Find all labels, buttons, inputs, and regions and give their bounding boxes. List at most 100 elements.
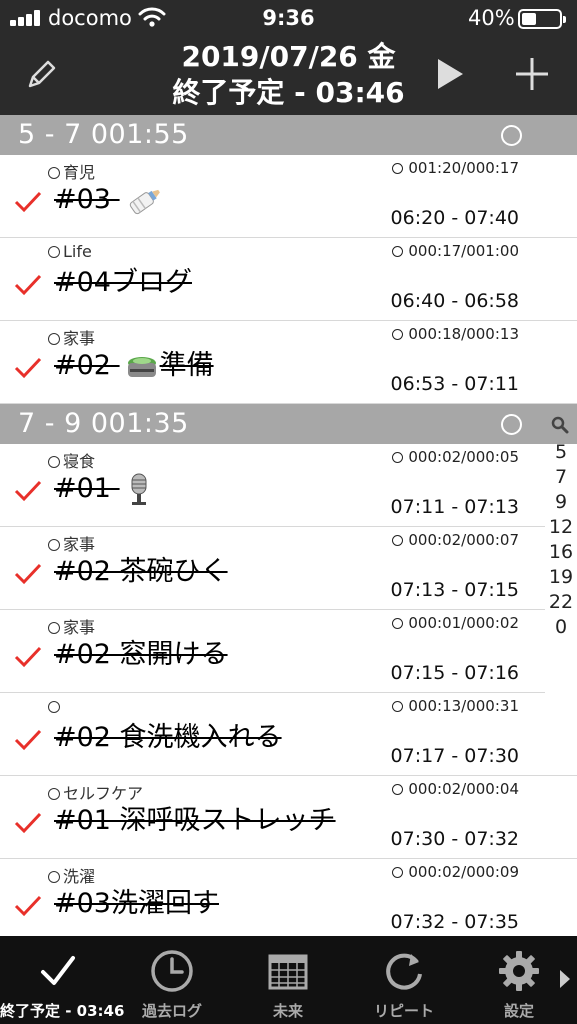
task-row[interactable]: セルフケア 000:02/000:04 #01 深呼吸ストレッチ 07:30 -… <box>0 776 577 859</box>
nav-date-title: 2019/07/26 金 <box>181 40 396 73</box>
check-icon[interactable] <box>14 895 42 917</box>
index-item[interactable]: 22 <box>545 590 577 615</box>
task-time-range: 07:13 - 07:15 <box>390 579 519 601</box>
task-category: 洗濯 <box>63 867 96 886</box>
index-item[interactable]: 7 <box>545 465 577 490</box>
check-icon[interactable] <box>14 357 42 379</box>
task-row[interactable]: Life 000:17/001:00 #04ブログ 06:40 - 06:58 <box>0 238 577 321</box>
task-category: 家事 <box>63 329 96 348</box>
task-title: #02 食洗機入れる <box>54 722 282 753</box>
section-circle-icon[interactable] <box>501 414 522 435</box>
section-header-7-9[interactable]: 7 - 9 001:35 <box>0 404 577 444</box>
task-category: セルフケア <box>63 784 144 803</box>
task-title: #04ブログ <box>54 267 192 298</box>
nav-end-estimate: 終了予定 - 03:46 <box>172 76 405 109</box>
check-icon[interactable] <box>14 191 42 213</box>
index-item[interactable]: 16 <box>545 540 577 565</box>
category-bubble-icon <box>48 167 60 179</box>
index-item[interactable]: 12 <box>545 515 577 540</box>
duration-ring-icon <box>392 618 404 629</box>
check-icon <box>41 956 75 985</box>
check-icon[interactable] <box>14 563 42 585</box>
task-list[interactable]: 5 - 7 001:55 育児 001:20/000:17 #03 06:20 … <box>0 115 577 936</box>
duration-ring-icon <box>392 246 404 257</box>
task-duration: 000:01/000:02 <box>408 614 519 632</box>
duration-ring-icon <box>392 784 404 795</box>
clock-icon <box>151 950 193 992</box>
task-row[interactable]: 家事 000:02/000:07 #02 茶碗ひく 07:13 - 07:15 <box>0 527 545 610</box>
chevron-right-icon[interactable] <box>558 968 572 990</box>
tab-label: リピート <box>373 1002 434 1020</box>
tab-label: 過去ログ <box>141 1002 202 1020</box>
duration-ring-icon <box>392 867 404 878</box>
task-category: 育児 <box>63 163 96 182</box>
check-icon[interactable] <box>14 812 42 834</box>
duration-ring-icon <box>392 701 404 712</box>
add-plus-icon[interactable] <box>512 54 552 94</box>
task-title: #02 <box>54 350 111 381</box>
play-icon[interactable] <box>434 56 466 92</box>
status-bar: docomo 9:36 40% <box>0 0 577 38</box>
task-duration: 000:02/000:07 <box>408 531 519 549</box>
index-item[interactable]: 9 <box>545 490 577 515</box>
duration-ring-icon <box>392 535 404 546</box>
task-category: 家事 <box>63 618 96 637</box>
microphone-icon <box>131 473 147 505</box>
section-label: 7 - 9 001:35 <box>18 408 189 439</box>
tab-past-log[interactable]: 過去ログ <box>114 936 230 1024</box>
task-row[interactable]: 育児 001:20/000:17 #03 06:20 - 07:40 <box>0 155 577 238</box>
task-row[interactable]: 家事 000:18/000:13 #02 準備 06:53 - 07:11 <box>0 321 577 404</box>
task-row[interactable]: 寝食 000:02/000:05 #01 07:11 - 07:13 <box>0 444 545 527</box>
duration-ring-icon <box>392 329 404 340</box>
tab-label: 設定 <box>503 1002 534 1020</box>
category-bubble-icon <box>48 246 60 258</box>
check-icon[interactable] <box>14 274 42 296</box>
category-bubble-icon <box>48 871 60 883</box>
task-title: #02 茶碗ひく <box>54 556 228 587</box>
check-icon[interactable] <box>14 480 42 502</box>
hour-index[interactable]: 5 7 9 12 16 19 22 0 <box>545 440 577 640</box>
task-row[interactable]: 洗濯 000:02/000:09 #03洗濯回す 07:32 - 07:35 <box>0 859 577 936</box>
task-title: #01 <box>54 473 111 504</box>
tab-repeat[interactable]: リピート <box>346 936 462 1024</box>
check-icon[interactable] <box>14 729 42 751</box>
task-title-suffix: 準備 <box>159 350 214 381</box>
gear-icon <box>499 951 539 991</box>
tab-future[interactable]: 未来 <box>230 936 346 1024</box>
search-icon[interactable] <box>551 416 569 434</box>
task-row[interactable]: 000:13/000:31 #02 食洗機入れる 07:17 - 07:30 <box>0 693 577 776</box>
category-bubble-icon <box>48 333 60 345</box>
category-bubble-icon <box>48 456 60 468</box>
section-label: 5 - 7 001:55 <box>18 119 189 150</box>
baby-bottle-icon <box>129 189 160 214</box>
task-duration: 000:02/000:05 <box>408 448 519 466</box>
task-row[interactable]: 家事 000:01/000:02 #02 窓開ける 07:15 - 07:16 <box>0 610 545 693</box>
task-category: 寝食 <box>63 452 96 471</box>
category-bubble-icon <box>48 622 60 634</box>
top-bar: docomo 9:36 40% 2019/07/26 金 終了予定 - 03:4… <box>0 0 577 115</box>
task-time-range: 06:40 - 06:58 <box>390 290 519 312</box>
task-duration: 000:17/001:00 <box>408 242 519 260</box>
task-title: #03 <box>54 184 111 215</box>
index-item[interactable]: 19 <box>545 565 577 590</box>
battery-percent: 40% <box>468 6 515 30</box>
repeat-icon <box>386 953 422 990</box>
task-duration: 000:02/000:04 <box>408 780 519 798</box>
task-duration: 000:13/000:31 <box>408 697 519 715</box>
section-header-5-7[interactable]: 5 - 7 001:55 <box>0 115 577 155</box>
task-duration: 000:02/000:09 <box>408 863 519 881</box>
check-icon[interactable] <box>14 646 42 668</box>
section-circle-icon[interactable] <box>501 125 522 146</box>
rice-cooker-icon <box>127 356 156 377</box>
tab-end-estimate[interactable]: 終了予定 - 03:46 <box>0 936 125 1024</box>
index-item[interactable]: 0 <box>545 615 577 640</box>
category-bubble-icon <box>48 788 60 800</box>
task-time-range: 07:30 - 07:32 <box>390 828 519 850</box>
task-title: #03洗濯回す <box>54 888 219 919</box>
tab-label: 終了予定 - 03:46 <box>0 1002 125 1020</box>
task-duration: 000:18/000:13 <box>408 325 519 343</box>
tab-bar: 終了予定 - 03:46 過去ログ 未来 リピート 設定 <box>0 936 577 1024</box>
task-time-range: 07:17 - 07:30 <box>390 745 519 767</box>
duration-ring-icon <box>392 452 404 463</box>
index-item[interactable]: 5 <box>545 440 577 465</box>
